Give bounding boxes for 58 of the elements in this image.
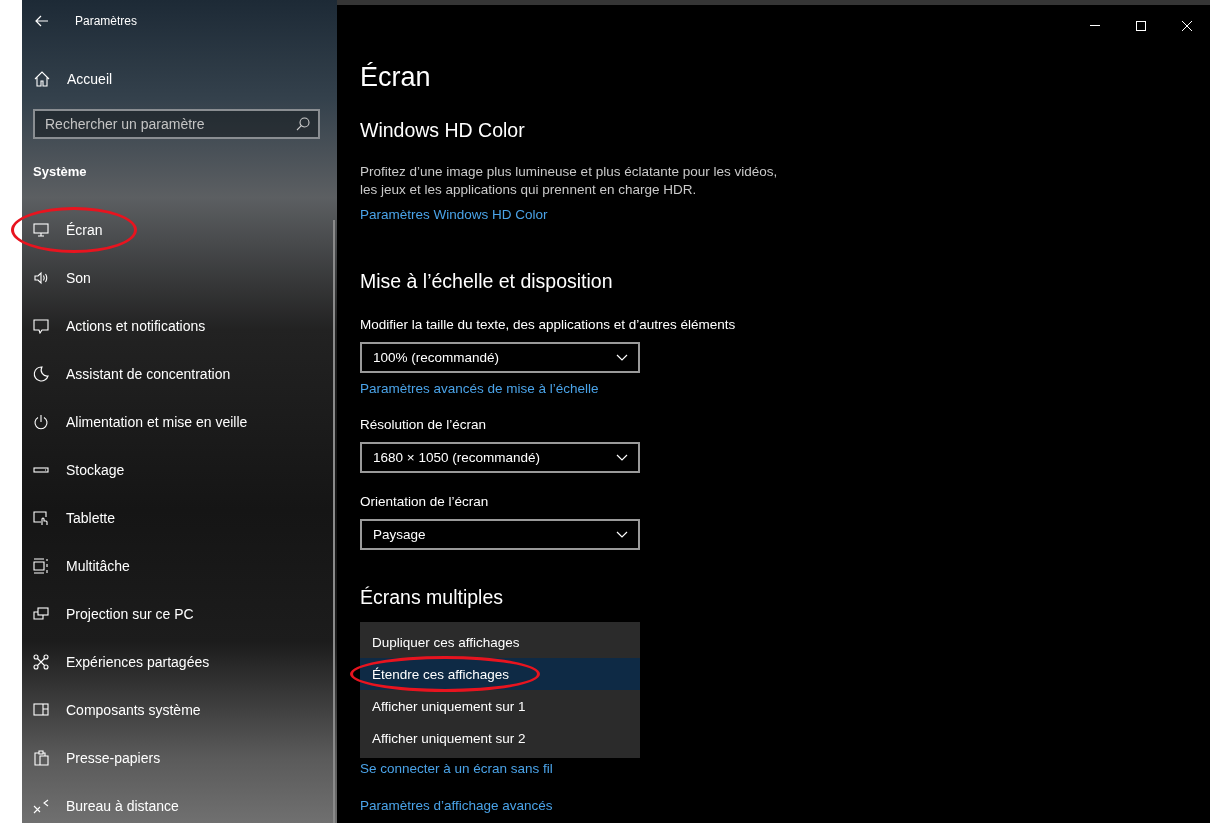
maximize-icon: [1136, 21, 1146, 31]
section-heading: Système: [33, 164, 88, 179]
minimize-icon: [1090, 25, 1100, 27]
field-label: Modifier la taille du texte, des applications et d’autres éléments: [360, 316, 737, 334]
window-title: Paramètres: [75, 14, 138, 28]
settings-link[interactable]: Se connecter à un écran sans fil: [360, 761, 1210, 776]
page-title: Écran: [360, 61, 432, 93]
search-field[interactable]: Rechercher un paramètre: [33, 109, 320, 139]
nav-item[interactable]: Écran: [66, 222, 103, 238]
nav-item[interactable]: Multitâche: [66, 558, 130, 574]
menu-option[interactable]: Dupliquer ces affichages: [360, 626, 640, 658]
menu-option[interactable]: Afficher uniquement sur 2: [360, 722, 640, 754]
dropdown[interactable]: 1680 × 1050 (recommandé): [360, 442, 640, 473]
message-icon: [33, 318, 49, 334]
chevron-icon: [616, 353, 628, 362]
search-icon: [296, 117, 310, 131]
nav-item[interactable]: Projection sur ce PC: [66, 606, 194, 622]
nav-item[interactable]: Composants système: [66, 702, 201, 718]
scroll-bar[interactable]: [333, 220, 335, 823]
dropdown[interactable]: 100% (recommandé): [360, 342, 640, 373]
nav-item[interactable]: Stockage: [66, 462, 125, 478]
field-label: Résolution de l’écran: [360, 416, 488, 434]
menu-option[interactable]: Afficher uniquement sur 1: [360, 690, 640, 722]
chevron-icon: [616, 453, 628, 462]
home-link[interactable]: Accueil: [67, 71, 113, 87]
components-icon: [33, 702, 49, 718]
nav-item[interactable]: Expériences partagées: [66, 654, 210, 670]
field-label: Orientation de l’écran: [360, 493, 490, 511]
settings-link[interactable]: Paramètres d’affichage avancés: [360, 798, 1210, 813]
dropdown[interactable]: Paysage: [360, 519, 640, 550]
settings-link[interactable]: Paramètres Windows HD Color: [360, 207, 1210, 222]
monitor-icon: [33, 222, 49, 238]
nav-item[interactable]: Alimentation et mise en veille: [66, 414, 248, 430]
remote-icon: [33, 798, 49, 814]
section-heading: Mise à l’échelle et disposition: [360, 269, 614, 294]
nav-item[interactable]: Tablette: [66, 510, 116, 526]
section-heading: Écrans multiples: [360, 585, 505, 610]
shared-nodes-icon: [33, 654, 49, 670]
nav-item[interactable]: Son: [66, 270, 91, 286]
settings-link[interactable]: Paramètres avancés de mise à l’échelle: [360, 381, 1210, 396]
back-arrow-icon[interactable]: [35, 14, 49, 28]
clipboard-icon: [33, 750, 49, 766]
tablet-icon: [33, 510, 49, 526]
home-icon: [34, 71, 50, 87]
moon-icon: [33, 366, 49, 382]
nav-item[interactable]: Presse-papiers: [66, 750, 161, 766]
close-icon: [1182, 21, 1192, 31]
nav-item[interactable]: Bureau à distance: [66, 798, 179, 814]
speaker-icon: [33, 270, 49, 286]
description-text: Profitez d’une image plus lumineuse et plus éclatante pour les vidéos, les jeux et les applications qui prennent en charge HDR.: [360, 163, 779, 199]
power-icon: [33, 414, 49, 430]
nav-item[interactable]: Assistant de concentration: [66, 366, 231, 382]
menu-option[interactable]: Étendre ces affichages: [360, 658, 640, 690]
nav-item[interactable]: Actions et notifications: [66, 318, 206, 334]
projection-icon: [33, 606, 49, 622]
chevron-icon: [616, 530, 628, 539]
section-heading: Windows HD Color: [360, 118, 526, 143]
multitask-icon: [33, 558, 49, 574]
